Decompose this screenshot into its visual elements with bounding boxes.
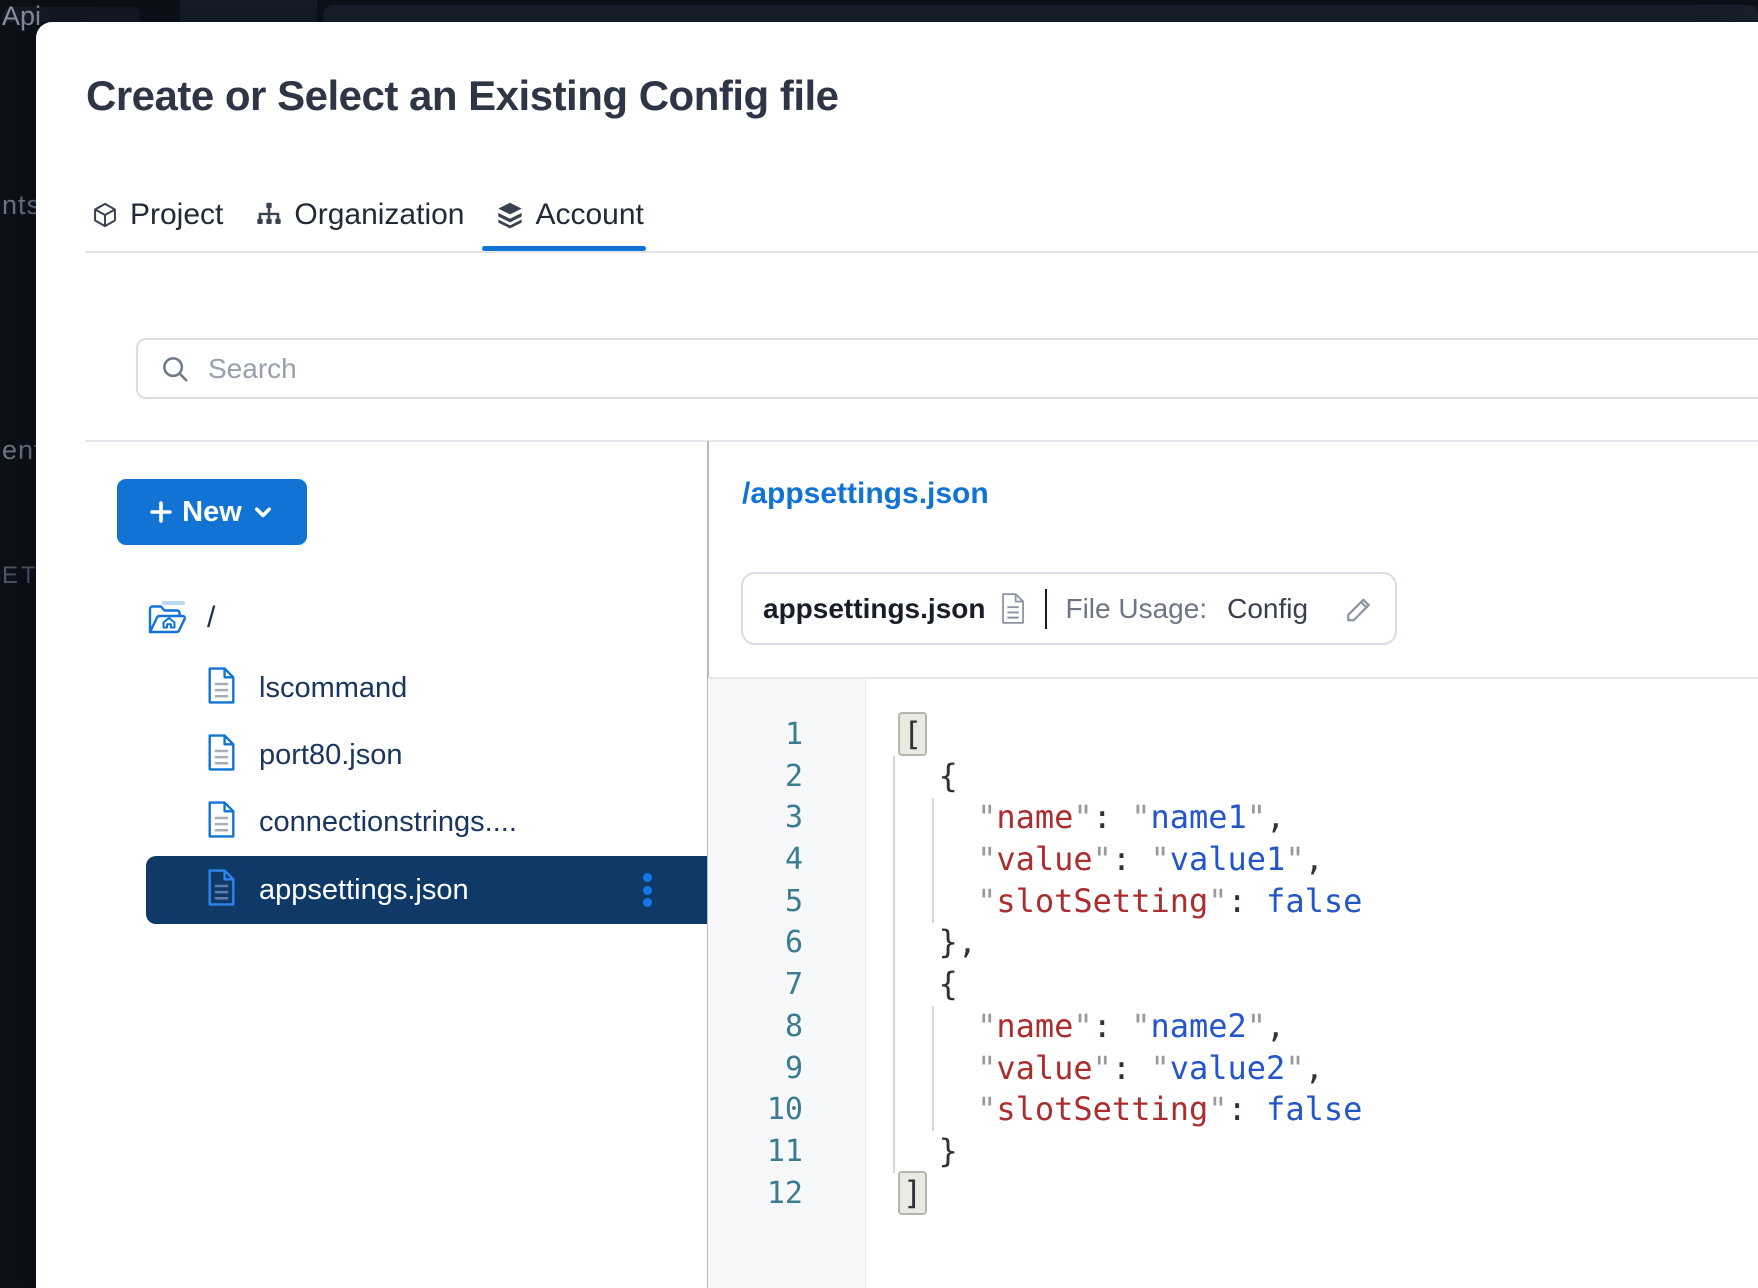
chevron-down-icon — [252, 501, 274, 523]
root-folder-label: / — [207, 601, 215, 635]
cube-icon — [91, 201, 119, 229]
tabs-divider — [85, 251, 1758, 253]
code-line: { — [866, 964, 1758, 1006]
code-line: "value": "value2", — [866, 1048, 1758, 1090]
scope-tabs: Project Organization Account — [91, 194, 644, 236]
line-number: 2 — [708, 756, 865, 798]
tab-label: Organization — [294, 198, 464, 232]
search-divider — [85, 440, 1758, 442]
line-number: 4 — [708, 839, 865, 881]
file-path-link[interactable]: /appsettings.json — [742, 477, 989, 511]
code-line: ] — [866, 1173, 1758, 1215]
line-number: 1 — [708, 714, 865, 756]
code-line: "value": "value1", — [866, 839, 1758, 881]
open-folder-home-icon — [146, 600, 190, 637]
kebab-menu-icon[interactable] — [643, 873, 652, 907]
background-topbar-fragment — [180, 0, 317, 22]
indent-guide — [893, 756, 895, 1173]
file-usage-label: File Usage: — [1065, 593, 1207, 625]
tab-label: Account — [535, 198, 643, 232]
tab-label: Project — [130, 198, 223, 232]
file-name: connectionstrings.... — [259, 806, 517, 839]
new-file-button[interactable]: New — [117, 479, 307, 545]
line-number: 8 — [708, 1006, 865, 1048]
config-file-dialog: Create or Select an Existing Config file… — [36, 22, 1758, 1288]
layers-icon — [496, 201, 524, 229]
plus-icon — [150, 501, 172, 523]
line-number: 11 — [708, 1131, 865, 1173]
search-icon — [160, 354, 190, 384]
file-row-connectionstrings[interactable]: connectionstrings.... — [146, 788, 707, 856]
file-name: appsettings.json — [259, 874, 469, 907]
file-icon — [176, 666, 237, 710]
code-line: "slotSetting": false — [866, 881, 1758, 923]
code-line: "slotSetting": false — [866, 1089, 1758, 1131]
line-number: 7 — [708, 964, 865, 1006]
pencil-icon[interactable] — [1344, 593, 1375, 625]
code-line: "name": "name2", — [866, 1006, 1758, 1048]
code-line: { — [866, 756, 1758, 798]
indent-guide — [932, 798, 934, 923]
file-icon — [176, 800, 237, 844]
file-icon — [176, 733, 237, 777]
background-topbar-fragment — [323, 5, 1758, 22]
line-number: 5 — [708, 881, 865, 923]
screen: ApintsentsETI Create or Select an Existi… — [0, 0, 1758, 1288]
indent-guide — [932, 1006, 934, 1131]
file-row-port80-json[interactable]: port80.json — [146, 721, 707, 789]
new-button-label: New — [182, 496, 242, 529]
line-number: 9 — [708, 1048, 865, 1090]
editor-line-numbers: 123456789101112 — [708, 714, 865, 1214]
file-name: lscommand — [259, 672, 407, 705]
background-text-fragment: Api — [2, 1, 41, 32]
file-usage-card: appsettings.json File Usage: Config — [741, 572, 1397, 645]
search-box[interactable] — [136, 338, 1758, 399]
file-usage-value: Config — [1227, 593, 1308, 625]
file-row-appsettings-json[interactable]: appsettings.json — [146, 856, 707, 924]
tab-account[interactable]: Account — [496, 198, 643, 232]
card-file-name: appsettings.json — [763, 593, 985, 625]
file-name: port80.json — [259, 739, 403, 772]
file-icon — [176, 868, 237, 912]
code-line: "name": "name1", — [866, 797, 1758, 839]
line-number: 3 — [708, 797, 865, 839]
tab-project[interactable]: Project — [91, 198, 223, 232]
document-icon — [1000, 591, 1026, 626]
line-number: 12 — [708, 1173, 865, 1215]
card-divider — [1045, 589, 1048, 629]
org-chart-icon — [255, 201, 283, 229]
tab-organization[interactable]: Organization — [255, 198, 464, 232]
search-input[interactable] — [206, 352, 1758, 386]
line-number: 6 — [708, 922, 865, 964]
line-number: 10 — [708, 1089, 865, 1131]
code-editor[interactable]: [ { "name": "name1", "value": "value1", … — [866, 714, 1758, 1214]
code-line: [ — [866, 714, 1758, 756]
page-title: Create or Select an Existing Config file — [86, 72, 839, 120]
code-line: } — [866, 1131, 1758, 1173]
code-line: }, — [866, 922, 1758, 964]
file-row-lscommand[interactable]: lscommand — [146, 654, 707, 722]
root-folder-row[interactable]: / — [146, 598, 215, 638]
